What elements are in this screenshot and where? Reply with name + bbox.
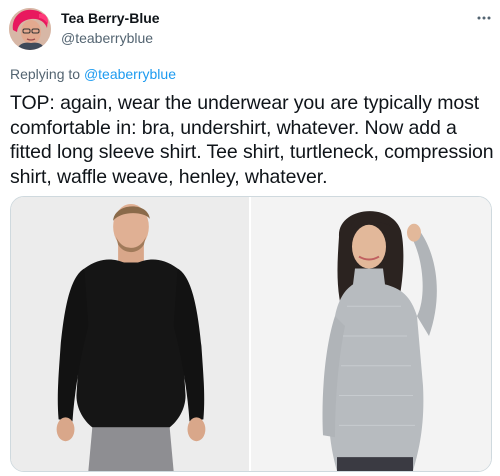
replying-to: Replying to @teaberryblue	[10, 65, 176, 83]
replying-to-label: Replying to	[10, 66, 84, 82]
tweet-text: TOP: again, wear the underwear you are t…	[10, 92, 494, 188]
author-handle[interactable]: @teaberryblue	[61, 29, 153, 47]
media-grid	[10, 196, 492, 472]
photo-man-image	[11, 197, 249, 471]
author-display-name[interactable]: Tea Berry-Blue	[61, 9, 160, 27]
avatar[interactable]	[9, 8, 51, 50]
tweet: Tea Berry-Blue @teaberryblue Replying to…	[0, 0, 500, 476]
photo-woman-image	[251, 197, 491, 471]
photo-woman-turtleneck[interactable]	[251, 197, 491, 471]
photo-man-long-sleeve[interactable]	[11, 197, 251, 471]
replying-to-mention[interactable]: @teaberryblue	[84, 66, 176, 82]
more-options-icon[interactable]	[476, 10, 492, 26]
avatar-image	[9, 8, 51, 50]
